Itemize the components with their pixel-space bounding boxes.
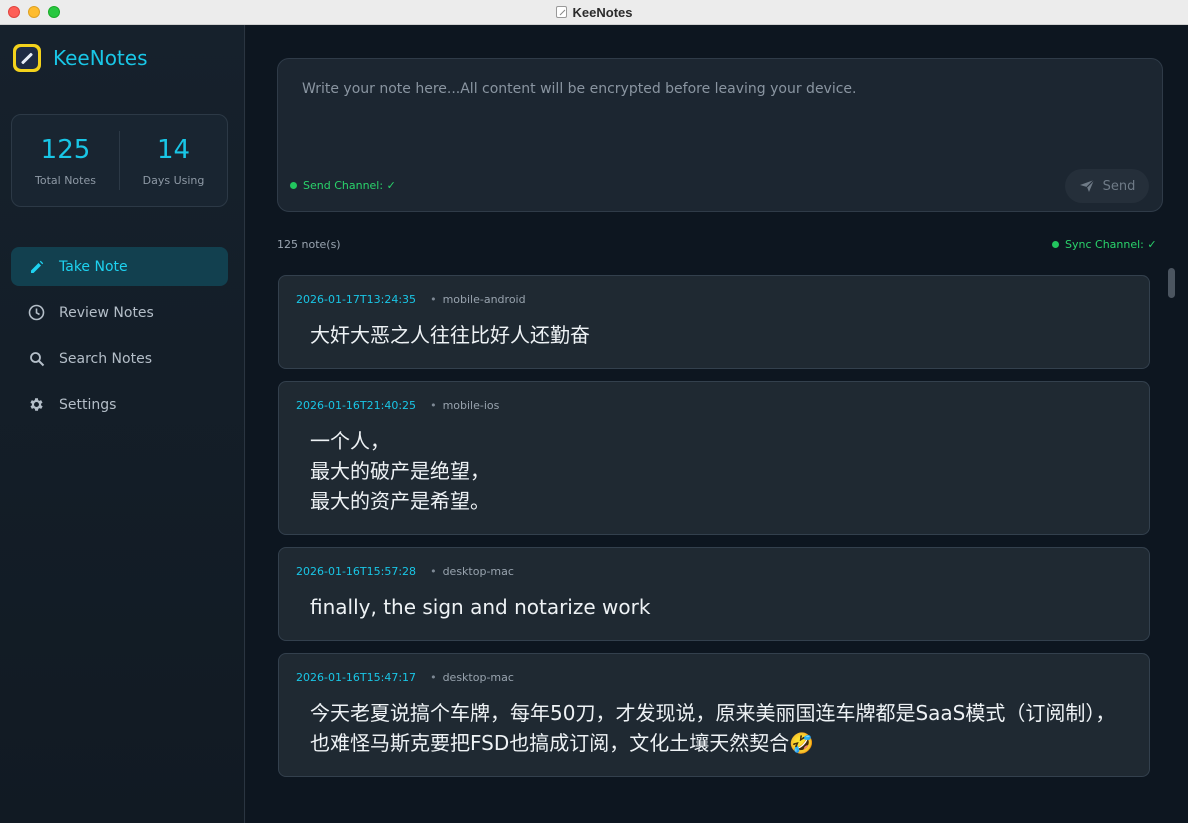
note-meta: 2026-01-17T13:24:35 • mobile-android <box>296 293 1132 306</box>
note-meta: 2026-01-16T15:57:28 • desktop-mac <box>296 565 1132 578</box>
stat-days-using: 14 Days Using <box>120 115 227 206</box>
note-device: desktop-mac <box>442 565 514 578</box>
sidebar-nav: Take Note Review Notes Search Notes Sett… <box>11 247 228 431</box>
minimize-window-button[interactable] <box>28 6 40 18</box>
note-meta: 2026-01-16T21:40:25 • mobile-ios <box>296 399 1132 412</box>
note-count: 125 note(s) <box>277 238 341 251</box>
sidebar-item-label: Settings <box>59 396 117 413</box>
note-timestamp: 2026-01-17T13:24:35 <box>296 293 417 306</box>
status-dot <box>290 182 297 189</box>
sidebar-item-label: Review Notes <box>59 304 154 321</box>
send-channel-label: Send Channel: ✓ <box>303 179 396 192</box>
notes-list[interactable]: 2026-01-17T13:24:35 • mobile-android 大奸大… <box>278 275 1150 823</box>
note-content: 一个人， 最大的破产是绝望， 最大的资产是希望。 <box>310 429 490 513</box>
note-card[interactable]: 2026-01-16T15:57:28 • desktop-mac finall… <box>278 547 1150 641</box>
meta-separator: • <box>430 565 437 578</box>
meta-separator: • <box>430 293 437 306</box>
zoom-window-button[interactable] <box>48 6 60 18</box>
sidebar-item-label: Take Note <box>59 258 128 275</box>
meta-separator: • <box>430 671 437 684</box>
note-content: 大奸大恶之人往往比好人还勤奋 <box>310 323 590 347</box>
note-card[interactable]: 2026-01-17T13:24:35 • mobile-android 大奸大… <box>278 275 1150 369</box>
sidebar-item-settings[interactable]: Settings <box>11 385 228 424</box>
note-content: finally, the sign and notarize work <box>310 595 651 619</box>
send-button[interactable]: Send <box>1065 169 1149 203</box>
app-document-icon <box>555 6 567 18</box>
gear-icon <box>28 396 45 413</box>
keenotes-logo-icon <box>13 44 41 72</box>
note-card[interactable]: 2026-01-16T21:40:25 • mobile-ios 一个人， 最大… <box>278 381 1150 535</box>
note-device: desktop-mac <box>442 671 514 684</box>
window-controls <box>8 6 60 18</box>
sync-channel-label: Sync Channel: ✓ <box>1065 238 1157 251</box>
window-title: KeeNotes <box>572 4 633 20</box>
sidebar-item-take-note[interactable]: Take Note <box>11 247 228 286</box>
search-icon <box>28 350 45 367</box>
meta-separator: • <box>430 399 437 412</box>
sync-channel-status: Sync Channel: ✓ <box>1052 238 1157 251</box>
stats-card: 125 Total Notes 14 Days Using <box>11 114 228 207</box>
clock-icon <box>28 304 45 321</box>
send-channel-status: Send Channel: ✓ <box>290 179 396 192</box>
note-meta: 2026-01-16T15:47:17 • desktop-mac <box>296 671 1132 684</box>
note-composer: Send Channel: ✓ Send <box>277 58 1163 212</box>
note-device: mobile-android <box>442 293 526 306</box>
send-button-label: Send <box>1102 178 1136 194</box>
sidebar-item-review-notes[interactable]: Review Notes <box>11 293 228 332</box>
stat-label: Total Notes <box>35 174 96 187</box>
notes-scrollbar[interactable] <box>1168 268 1175 298</box>
main-content: Send Channel: ✓ Send 125 note(s) Sync Ch… <box>246 25 1188 823</box>
sidebar-item-label: Search Notes <box>59 350 152 367</box>
note-timestamp: 2026-01-16T15:57:28 <box>296 565 417 578</box>
note-device: mobile-ios <box>442 399 500 412</box>
send-icon <box>1079 179 1095 192</box>
brand: KeeNotes <box>13 44 148 72</box>
sidebar: KeeNotes 125 Total Notes 14 Days Using T… <box>0 25 245 823</box>
stat-value: 125 <box>40 135 91 165</box>
stat-label: Days Using <box>142 174 205 187</box>
pencil-icon <box>28 258 45 275</box>
note-card[interactable]: 2026-01-16T15:47:17 • desktop-mac 今天老夏说搞… <box>278 653 1150 777</box>
status-dot <box>1052 241 1059 248</box>
note-content: 今天老夏说搞个车牌，每年50刀，才发现说，原来美丽国连车牌都是SaaS模式（订阅… <box>310 701 1116 755</box>
stat-total-notes: 125 Total Notes <box>12 115 119 206</box>
note-input[interactable] <box>300 79 1140 159</box>
sidebar-item-search-notes[interactable]: Search Notes <box>11 339 228 378</box>
note-timestamp: 2026-01-16T15:47:17 <box>296 671 417 684</box>
close-window-button[interactable] <box>8 6 20 18</box>
brand-name: KeeNotes <box>53 46 148 70</box>
title-bar: KeeNotes <box>0 0 1188 25</box>
stat-value: 14 <box>156 135 191 165</box>
note-timestamp: 2026-01-16T21:40:25 <box>296 399 417 412</box>
